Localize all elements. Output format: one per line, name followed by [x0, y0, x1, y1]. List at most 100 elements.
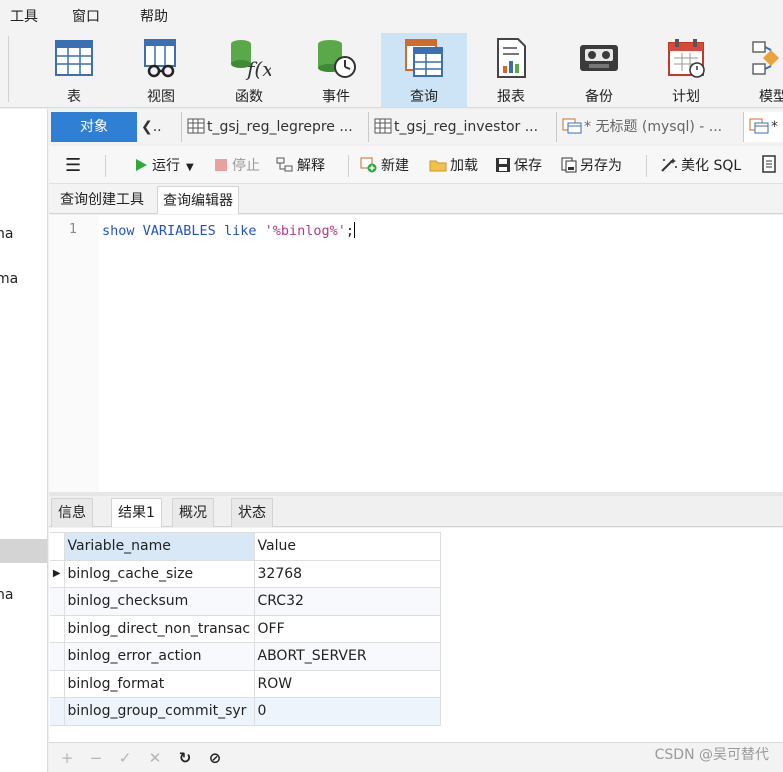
svg-text:f(x): f(x): [245, 57, 271, 80]
report-icon: [497, 38, 526, 78]
table-row[interactable]: binlog_format ROW: [50, 669, 441, 698]
tab-profile[interactable]: 概况: [172, 498, 214, 527]
tab-scroll-left[interactable]: ❮..: [141, 114, 173, 140]
menu-hamburger-icon[interactable]: ☰: [65, 154, 81, 178]
new-query-icon: [360, 157, 377, 173]
tab-active-query-label: *: [771, 119, 778, 135]
tab-legrepre[interactable]: t_gsj_reg_legrepre ...: [181, 112, 368, 142]
toolbar-event-button[interactable]: 事件: [293, 33, 379, 107]
toolbar-report-button[interactable]: 报表: [468, 33, 554, 107]
save-button[interactable]: 保存: [495, 154, 542, 178]
table-tab-icon: [187, 118, 205, 134]
stop-icon: [215, 159, 227, 171]
cell-value[interactable]: OFF: [253, 614, 441, 643]
explain-button[interactable]: 解释: [276, 154, 325, 178]
menu-tools[interactable]: 工具: [10, 6, 38, 26]
tab-overflow: ..: [152, 119, 162, 135]
query-icon: [405, 39, 443, 77]
menu-bar: 工具 窗口 帮助: [0, 0, 783, 30]
toolbar-function-button[interactable]: f(x) 函数: [206, 33, 292, 107]
tab-investor[interactable]: t_gsj_reg_investor ...: [368, 112, 556, 142]
row-indicator-header: [50, 532, 65, 561]
document-tab-strip: 对象 ❮.. t_gsj_reg_legrepre ... t_gsj_reg_…: [49, 110, 783, 144]
toolbar-schedule-button[interactable]: 计划: [643, 33, 729, 107]
table-row[interactable]: ▶ binlog_cache_size 32768: [50, 559, 441, 588]
menu-help[interactable]: 帮助: [140, 6, 168, 26]
tree-selected-row[interactable]: [0, 539, 47, 563]
connection-tree-panel[interactable]: na ma na: [0, 109, 48, 772]
discard-changes-icon[interactable]: ✕: [145, 748, 165, 768]
table-tab-icon: [374, 118, 392, 134]
tab-query-editor[interactable]: 查询编辑器: [157, 186, 239, 214]
beautify-sql-button[interactable]: 美化 SQL: [658, 154, 741, 178]
tab-status[interactable]: 状态: [231, 498, 273, 527]
new-button[interactable]: 新建: [360, 154, 409, 178]
chevron-left-icon: ❮: [141, 119, 153, 135]
cell-variable-name[interactable]: binlog_format: [63, 669, 255, 698]
app-window: 工具 窗口 帮助 表 视图 f(函数 事件 查询 报表 备份 计划 模型 a …: [0, 0, 783, 772]
stop-loading-icon[interactable]: ⊘: [205, 748, 225, 768]
cell-value[interactable]: CRC32: [253, 587, 441, 616]
column-header-value[interactable]: Value: [253, 532, 441, 561]
cell-value[interactable]: 32768: [253, 559, 441, 588]
result-tabs: 信息 结果1 概况 状态: [49, 496, 783, 527]
stop-label: 停止: [232, 158, 260, 174]
run-dropdown-icon[interactable]: ▼: [186, 162, 194, 173]
query-mode-tabs: 查询创建工具 查询编辑器: [49, 184, 783, 214]
watermark-text: CSDN @吴可替代: [654, 747, 769, 763]
cell-value[interactable]: ROW: [253, 669, 441, 698]
row-indicator: [50, 642, 65, 671]
tab-legrepre-label: t_gsj_reg_legrepre ...: [207, 119, 353, 135]
add-record-icon[interactable]: +: [57, 748, 77, 768]
cell-value[interactable]: ABORT_SERVER: [253, 642, 441, 671]
code-snippet-button[interactable]: [761, 154, 780, 178]
stop-button[interactable]: 停止: [213, 154, 260, 178]
toolbar-model-button[interactable]: 模型: [730, 33, 783, 107]
tab-query-builder[interactable]: 查询创建工具: [55, 186, 149, 214]
column-header-variable-name[interactable]: Variable_name: [63, 532, 255, 561]
cell-value[interactable]: 0: [253, 697, 441, 726]
table-row[interactable]: binlog_checksum CRC32: [50, 587, 441, 616]
toolbar-table-button[interactable]: 表: [31, 33, 117, 107]
tab-untitled-query[interactable]: * 无标题 (mysql) - ...: [556, 112, 742, 142]
tab-investor-label: t_gsj_reg_investor ...: [394, 119, 539, 135]
toolbar-view-button[interactable]: 视图: [118, 33, 204, 107]
toolbar-query-button[interactable]: 查询: [381, 33, 467, 107]
cell-variable-name[interactable]: binlog_group_commit_syr: [63, 697, 255, 726]
document-icon: [762, 155, 776, 173]
query-tab-icon: [749, 118, 769, 134]
tree-item-fragment[interactable]: na: [0, 587, 13, 603]
sql-code-line[interactable]: show VARIABLES like '%binlog%';: [102, 222, 356, 239]
refresh-icon[interactable]: ↻: [175, 748, 195, 768]
tab-info[interactable]: 信息: [51, 498, 93, 527]
cell-variable-name[interactable]: binlog_error_action: [63, 642, 255, 671]
tab-result-1[interactable]: 结果1: [111, 498, 162, 527]
toolbar-view-label: 视图: [147, 89, 175, 105]
table-row[interactable]: binlog_error_action ABORT_SERVER: [50, 642, 441, 671]
row-indicator: [50, 587, 65, 616]
toolbar-backup-button[interactable]: 备份: [556, 33, 642, 107]
load-button[interactable]: 加载: [429, 154, 478, 178]
play-icon: [136, 159, 147, 171]
sql-editor[interactable]: 1 show VARIABLES like '%binlog%';: [49, 215, 783, 492]
table-row[interactable]: binlog_direct_non_transac OFF: [50, 614, 441, 643]
cell-variable-name[interactable]: binlog_checksum: [63, 587, 255, 616]
save-as-icon: [561, 157, 577, 173]
beautify-sql-label: 美化 SQL: [681, 158, 742, 174]
run-button[interactable]: 运行 ▼: [133, 154, 194, 178]
apply-changes-icon[interactable]: ✓: [115, 748, 135, 768]
delete-record-icon[interactable]: −: [86, 748, 106, 768]
save-as-button[interactable]: 另存为: [561, 154, 622, 178]
menu-window[interactable]: 窗口: [72, 6, 100, 26]
cell-variable-name[interactable]: binlog_direct_non_transac: [63, 614, 255, 643]
table-row[interactable]: binlog_group_commit_syr 0: [50, 697, 441, 726]
tab-objects[interactable]: 对象: [51, 112, 137, 142]
cell-variable-name[interactable]: binlog_cache_size: [63, 559, 255, 588]
toolbar-query-label: 查询: [410, 89, 438, 105]
tree-item-fragment[interactable]: ma: [0, 271, 18, 287]
calendar-icon: [668, 39, 705, 78]
tree-item-fragment[interactable]: na: [0, 226, 13, 242]
result-grid[interactable]: Variable_name Value ▶ binlog_cache_size …: [50, 532, 441, 726]
query-toolbar: ☰ 运行 ▼ 停止 解释 新建 加载 保存 另存为 美化 SQL: [49, 146, 783, 184]
tab-active-query[interactable]: *: [743, 112, 783, 142]
